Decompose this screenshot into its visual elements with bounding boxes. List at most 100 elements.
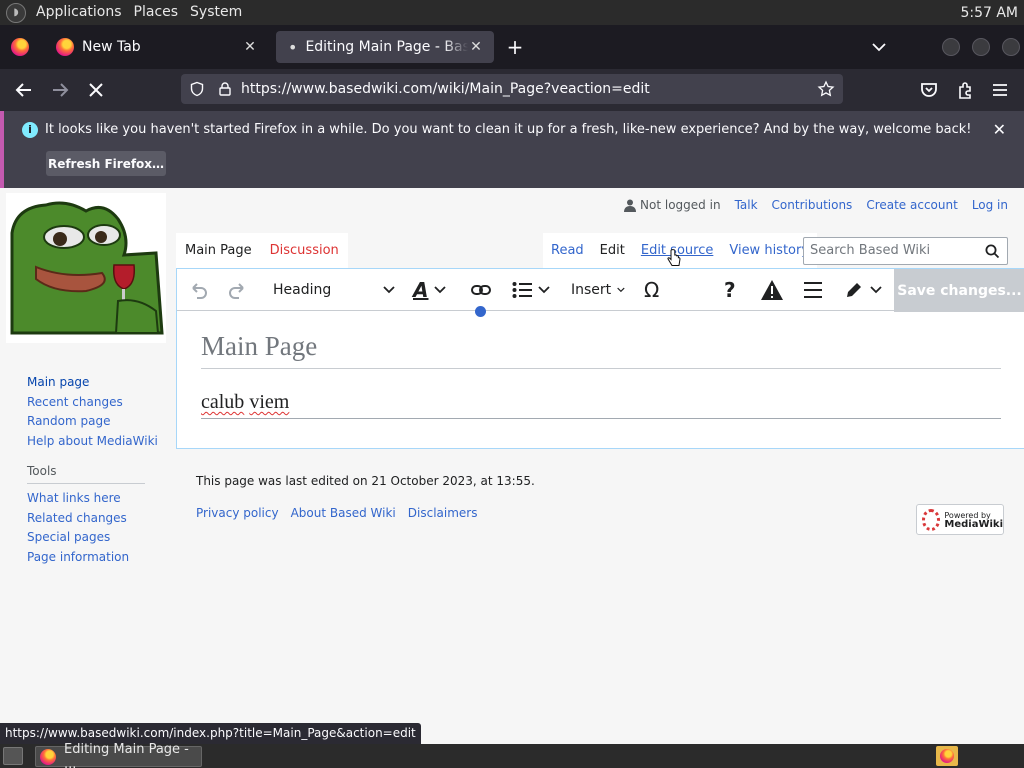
firefox-icon xyxy=(40,748,56,765)
page-options-menu-icon[interactable] xyxy=(803,281,823,299)
tools-item-special-pages[interactable]: Special pages xyxy=(27,528,129,548)
close-window-button[interactable] xyxy=(1002,38,1020,56)
misspelled-word[interactable]: viem xyxy=(249,391,289,413)
sidebar-item-recent-changes[interactable]: Recent changes xyxy=(27,393,158,413)
powered-by-mediawiki-badge[interactable]: Powered by MediaWiki xyxy=(916,504,1004,535)
refresh-firefox-button[interactable]: Refresh Firefox… xyxy=(46,151,166,176)
redo-icon[interactable] xyxy=(227,280,249,300)
text-style-icon: A xyxy=(413,278,429,302)
distro-logo-icon[interactable]: ◗ xyxy=(6,2,26,23)
chevron-down-icon xyxy=(538,286,550,294)
tray-firefox-button[interactable] xyxy=(936,746,958,766)
sidebar-navigation: Main page Recent changes Random page Hel… xyxy=(27,373,158,451)
stop-loading-icon[interactable] xyxy=(84,78,108,102)
powered-by-line2: MediaWiki xyxy=(944,518,1003,530)
close-notification-icon[interactable]: ✕ xyxy=(993,120,1006,139)
sidebar-tools: What links here Related changes Special … xyxy=(27,489,129,567)
back-arrow-icon[interactable] xyxy=(12,78,36,102)
format-label: Heading xyxy=(273,282,332,298)
taskbar-window-label: Editing Main Page - ... xyxy=(64,741,189,768)
list-dropdown[interactable] xyxy=(512,269,552,311)
create-account-link[interactable]: Create account xyxy=(866,198,958,212)
refresh-notification-bar: i It looks like you haven't started Fire… xyxy=(0,111,1024,188)
special-character-icon[interactable]: Ω xyxy=(644,269,659,311)
info-icon: i xyxy=(22,122,38,138)
privacy-policy-link[interactable]: Privacy policy xyxy=(196,506,279,520)
url-bar[interactable]: https://www.basedwiki.com/wiki/Main_Page… xyxy=(181,74,843,104)
tab-read[interactable]: Read xyxy=(543,233,592,268)
top-panel: ◗ Applications Places System 5:57 AM xyxy=(0,0,1024,25)
notification-message: It looks like you haven't started Firefo… xyxy=(45,122,972,137)
forward-arrow-icon[interactable] xyxy=(48,78,72,102)
tab-new-tab[interactable]: New Tab ✕ xyxy=(46,31,268,63)
tab-label: New Tab xyxy=(82,39,141,55)
chevron-down-icon xyxy=(870,286,882,294)
list-all-tabs-icon[interactable] xyxy=(870,39,888,55)
tracking-protection-shield-icon[interactable] xyxy=(189,81,205,97)
editor-switch-dropdown[interactable] xyxy=(844,269,886,311)
new-tab-button[interactable]: + xyxy=(504,36,526,58)
navigation-toolbar: https://www.basedwiki.com/wiki/Main_Page… xyxy=(0,69,1024,111)
mediawiki-logo-icon xyxy=(922,508,941,531)
personal-tools: Not logged in Talk Contributions Create … xyxy=(624,198,1008,212)
loading-dot-icon: • xyxy=(288,37,298,57)
search-placeholder: Search Based Wiki xyxy=(810,243,931,258)
sidebar-item-random-page[interactable]: Random page xyxy=(27,412,158,432)
page-notices-warning-icon[interactable] xyxy=(760,279,784,301)
text-style-dropdown[interactable]: A xyxy=(413,269,453,311)
show-desktop-button[interactable] xyxy=(3,747,23,765)
login-link[interactable]: Log in xyxy=(972,198,1008,212)
wiki-page: Not logged in Talk Contributions Create … xyxy=(0,188,1024,723)
maximize-window-button[interactable] xyxy=(972,38,990,56)
hamburger-menu-icon[interactable] xyxy=(988,78,1012,102)
disclaimers-link[interactable]: Disclaimers xyxy=(408,506,478,520)
firefox-view-icon[interactable] xyxy=(11,38,29,56)
clock[interactable]: 5:57 AM xyxy=(960,5,1024,21)
tools-item-page-information[interactable]: Page information xyxy=(27,548,129,568)
tab-main-page[interactable]: Main Page xyxy=(176,233,261,268)
minimize-window-button[interactable] xyxy=(942,38,960,56)
search-icon[interactable] xyxy=(985,244,1000,259)
misspelled-word[interactable]: calub xyxy=(201,391,244,413)
link-icon[interactable] xyxy=(470,280,492,300)
contributions-link[interactable]: Contributions xyxy=(772,198,853,212)
url-text[interactable]: https://www.basedwiki.com/wiki/Main_Page… xyxy=(241,81,650,97)
firefox-favicon-icon xyxy=(56,38,74,56)
login-status: Not logged in xyxy=(624,198,721,212)
extensions-icon[interactable] xyxy=(953,78,977,102)
chevron-down-icon xyxy=(434,286,447,294)
help-icon[interactable]: ? xyxy=(724,269,736,311)
taskbar-window-button[interactable]: Editing Main Page - ... xyxy=(35,742,202,768)
editable-body-text[interactable]: calub viem xyxy=(201,391,1001,419)
menu-applications[interactable]: Applications xyxy=(30,0,128,25)
wiki-logo[interactable] xyxy=(6,193,166,343)
sidebar-item-main-page[interactable]: Main page xyxy=(27,373,158,393)
save-changes-button[interactable]: Save changes... xyxy=(894,269,1024,312)
bookmark-star-icon[interactable] xyxy=(817,80,835,98)
paragraph-format-dropdown[interactable]: Heading xyxy=(273,269,395,311)
tab-edit[interactable]: Edit xyxy=(591,233,633,268)
menu-system[interactable]: System xyxy=(184,0,248,25)
about-link[interactable]: About Based Wiki xyxy=(291,506,396,520)
tab-discussion[interactable]: Discussion xyxy=(260,233,348,268)
loading-progress-dot xyxy=(475,306,486,317)
powered-by-text: Powered by MediaWiki xyxy=(944,511,1003,530)
pocket-icon[interactable] xyxy=(917,78,941,102)
chevron-down-icon xyxy=(617,287,625,293)
sidebar-item-help[interactable]: Help about MediaWiki xyxy=(27,432,158,452)
lock-icon[interactable] xyxy=(217,81,233,97)
close-tab-icon[interactable]: ✕ xyxy=(242,39,258,55)
search-input[interactable]: Search Based Wiki xyxy=(803,237,1008,265)
menu-places[interactable]: Places xyxy=(128,0,185,25)
insert-dropdown[interactable]: Insert xyxy=(571,269,625,311)
login-status-text: Not logged in xyxy=(640,198,721,212)
undo-icon[interactable] xyxy=(187,280,209,300)
page-title[interactable]: Main Page xyxy=(201,331,1001,369)
close-tab-icon[interactable]: ✕ xyxy=(468,39,484,55)
bottom-taskbar: Editing Main Page - ... xyxy=(0,742,1024,768)
tools-item-related-changes[interactable]: Related changes xyxy=(27,509,129,529)
tab-editing-main-page[interactable]: • Editing Main Page - Based Wiki ✕ xyxy=(276,31,494,63)
talk-link[interactable]: Talk xyxy=(735,198,758,212)
user-icon xyxy=(624,199,637,212)
tools-item-what-links-here[interactable]: What links here xyxy=(27,489,129,509)
